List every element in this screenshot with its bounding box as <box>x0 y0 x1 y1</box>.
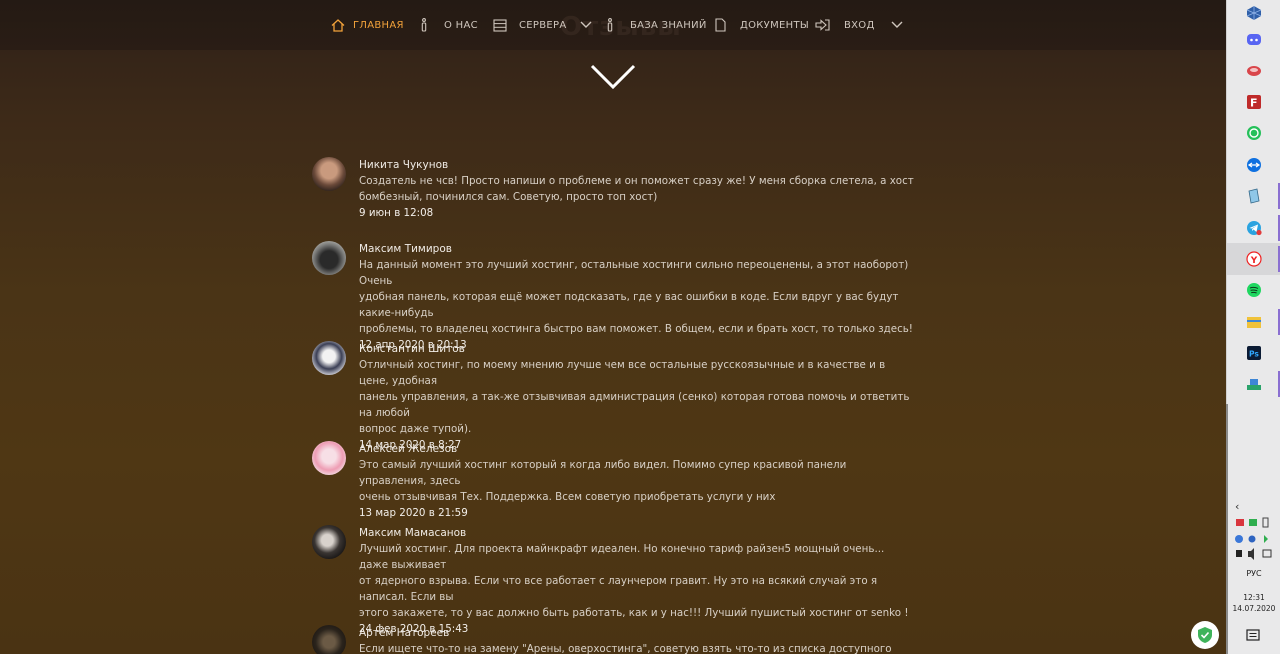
nav-login[interactable]: ВХОД <box>815 0 903 50</box>
discord-icon[interactable] <box>1241 27 1267 53</box>
nav-about-label: О НАС <box>444 19 478 31</box>
svg-text:Y: Y <box>1250 256 1258 266</box>
review-text-line: Создатель не чсв! Просто напиши о пробле… <box>359 175 914 187</box>
nav-knowledge[interactable]: БАЗА ЗНАНИЙ <box>606 0 707 50</box>
review-text-line: Если ищете что-то на замену "Арены, овер… <box>359 643 892 654</box>
review-text-line: проблемы, то владелец хостинга быстро ва… <box>359 323 913 335</box>
app-icon-2[interactable] <box>1241 371 1267 397</box>
review-author: Максим Тимиров <box>359 243 452 255</box>
review-item: Артём Натореев Если ищете что-то на заме… <box>312 625 912 654</box>
virtualbox-icon[interactable] <box>1241 0 1267 26</box>
avatar <box>312 157 346 191</box>
nav-servers[interactable]: СЕРВЕРА <box>493 0 592 50</box>
review-text-line: На данный момент это лучший хостинг, ост… <box>359 259 909 287</box>
top-navigation: Отзывы ГЛАВНАЯ О НАС СЕРВЕРА БАЗА ЗНАНИЙ… <box>0 0 1226 50</box>
windows-taskbar: F Y Ps ‹ РУС 12:31 14.07.2020 <box>1226 0 1280 654</box>
avatar <box>312 241 346 275</box>
review-text-line: Лучший хостинг. Для проекта майнкрафт ид… <box>359 543 885 571</box>
svg-text:Ps: Ps <box>1249 350 1259 359</box>
review-date: 13 мар 2020 в 21:59 <box>359 507 468 519</box>
document-icon <box>715 18 726 32</box>
review-item: Максим Тимиров На данный момент это лучш… <box>312 241 913 351</box>
clock-time: 12:31 <box>1243 593 1265 602</box>
notification-center-icon[interactable] <box>1246 628 1260 647</box>
info-icon <box>606 18 614 32</box>
app-icon[interactable] <box>1241 58 1267 84</box>
nav-knowledge-label: БАЗА ЗНАНИЙ <box>630 19 707 31</box>
review-author: Никита Чукунов <box>359 159 449 171</box>
review-text-line: бомбезный, починился сам. Советую, прост… <box>359 191 658 203</box>
avatar <box>312 441 346 475</box>
review-text-line: от ядерного взрыва. Если что все работае… <box>359 575 878 603</box>
avatar <box>312 625 346 654</box>
taskbar-clock[interactable]: 12:31 14.07.2020 <box>1227 592 1280 614</box>
telegram-icon[interactable] <box>1241 215 1267 241</box>
nav-servers-label: СЕРВЕРА <box>519 19 567 31</box>
review-author: Алексей Железов <box>359 443 458 455</box>
review-item: Константин Шитов Отличный хостинг, по мо… <box>312 341 912 451</box>
nav-home-label: ГЛАВНАЯ <box>353 19 404 31</box>
chevron-down-icon <box>580 21 592 29</box>
yandex-browser-icon[interactable]: Y <box>1241 246 1267 272</box>
nav-home[interactable]: ГЛАВНАЯ <box>331 0 404 50</box>
keyboard-language[interactable]: РУС <box>1227 569 1280 578</box>
notepad-icon[interactable] <box>1241 183 1267 209</box>
chevron-left-icon[interactable]: ‹ <box>1235 500 1239 513</box>
home-icon <box>331 18 345 32</box>
review-text-line: Это самый лучший хостинг который я когда… <box>359 459 847 487</box>
file-explorer-icon[interactable] <box>1241 309 1267 335</box>
review-item: Никита Чукунов Создатель не чсв! Просто … <box>312 157 914 221</box>
review-author: Максим Мамасанов <box>359 527 467 539</box>
svg-text:F: F <box>1250 97 1258 110</box>
review-date: 9 июн в 12:08 <box>359 207 434 219</box>
filezilla-icon[interactable]: F <box>1241 89 1267 115</box>
server-icon <box>493 18 507 32</box>
review-item: Алексей Железов Это самый лучший хостинг… <box>312 441 912 519</box>
review-author: Артём Натореев <box>359 627 450 639</box>
review-text-line: очень отзывчивая Тех. Поддержка. Всем со… <box>359 491 776 503</box>
spotify-icon[interactable] <box>1241 277 1267 303</box>
security-shield-icon[interactable] <box>1191 621 1219 649</box>
review-text-line: Отличный хостинг, по моему мнению лучше … <box>359 359 886 387</box>
review-text-line: этого закажете, то у вас должно быть раб… <box>359 607 909 619</box>
review-item: Максим Мамасанов Лучший хостинг. Для про… <box>312 525 912 635</box>
nav-about[interactable]: О НАС <box>420 0 478 50</box>
clock-date: 14.07.2020 <box>1232 604 1276 613</box>
nav-login-label: ВХОД <box>844 19 875 31</box>
chevron-down-icon <box>891 21 903 29</box>
avatar <box>312 525 346 559</box>
teamviewer-icon[interactable] <box>1241 152 1267 178</box>
avatar <box>312 341 346 375</box>
system-tray-icons <box>1234 517 1278 561</box>
website-page: Отзывы ГЛАВНАЯ О НАС СЕРВЕРА БАЗА ЗНАНИЙ… <box>0 0 1226 654</box>
review-author: Константин Шитов <box>359 343 465 355</box>
whatsapp-icon[interactable] <box>1241 120 1267 146</box>
page-scrollbar[interactable] <box>1226 404 1228 654</box>
scroll-down-chevron-icon[interactable] <box>590 64 636 94</box>
login-icon <box>815 19 830 31</box>
review-text-line: панель управления, а так-же отзывчивая а… <box>359 391 910 419</box>
nav-documents-label: ДОКУМЕНТЫ <box>740 19 809 31</box>
photoshop-icon[interactable]: Ps <box>1241 340 1267 366</box>
nav-documents[interactable]: ДОКУМЕНТЫ <box>715 0 809 50</box>
info-icon <box>420 18 428 32</box>
review-text-line: вопрос даже тупой). <box>359 423 472 435</box>
review-text-line: удобная панель, которая ещё может подска… <box>359 291 899 319</box>
